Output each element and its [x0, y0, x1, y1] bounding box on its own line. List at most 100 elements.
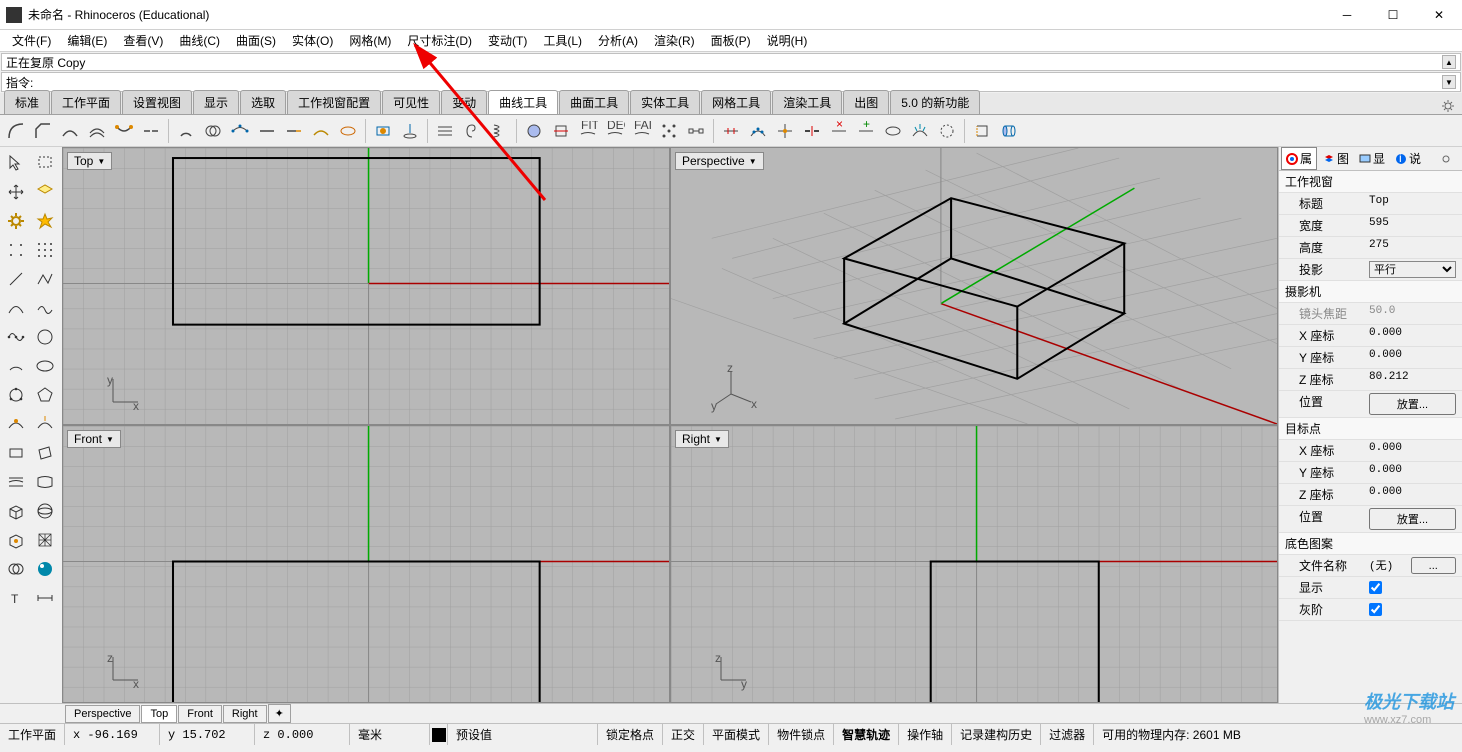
section-tool[interactable] — [549, 119, 573, 143]
sb-gumball[interactable]: 操作轴 — [899, 724, 952, 745]
tab-drafting[interactable]: 出图 — [843, 90, 889, 114]
sb-cplane[interactable]: 工作平面 — [0, 724, 65, 745]
render-tool[interactable] — [31, 555, 58, 582]
text-tool[interactable]: T — [2, 584, 29, 611]
viewport-label-perspective[interactable]: Perspective▼ — [675, 152, 764, 170]
vtab-add[interactable]: ✦ — [268, 704, 291, 723]
line-tool[interactable] — [2, 265, 29, 292]
curve-edit-tool[interactable] — [2, 410, 29, 437]
boolean-union-tool[interactable] — [2, 555, 29, 582]
adjust-end-tool[interactable] — [309, 119, 333, 143]
menu-view[interactable]: 查看(V) — [115, 30, 171, 51]
close-button[interactable]: ✕ — [1416, 0, 1462, 30]
menu-surface[interactable]: 曲面(S) — [228, 30, 284, 51]
points-tool[interactable] — [657, 119, 681, 143]
mesh-tool[interactable] — [31, 526, 58, 553]
minimize-button[interactable]: ─ — [1324, 0, 1370, 30]
circle3pt-tool[interactable] — [2, 381, 29, 408]
grid-points-tool[interactable] — [31, 236, 58, 263]
gear-options-tool[interactable] — [2, 207, 29, 234]
sb-filter[interactable]: 过滤器 — [1041, 724, 1094, 745]
simplify-tool[interactable] — [255, 119, 279, 143]
divide-tool[interactable] — [719, 119, 743, 143]
explode-tool[interactable] — [31, 207, 58, 234]
viewport-front[interactable]: Front▼ zx — [63, 426, 669, 702]
pointer-tool[interactable] — [2, 149, 29, 176]
rp-tpos-button[interactable]: 放置... — [1369, 508, 1456, 530]
match-tool[interactable] — [139, 119, 163, 143]
sb-history[interactable]: 记录建构历史 — [952, 724, 1041, 745]
array-curve-tool[interactable] — [746, 119, 770, 143]
rp-show-checkbox[interactable] — [1369, 579, 1382, 596]
tab-new-5[interactable]: 5.0 的新功能 — [890, 90, 980, 114]
maximize-button[interactable]: ☐ — [1370, 0, 1416, 30]
connect-tool[interactable] — [112, 119, 136, 143]
menu-analyze[interactable]: 分析(A) — [590, 30, 646, 51]
menu-transform[interactable]: 变动(T) — [480, 30, 535, 51]
tab-viewport-layout[interactable]: 工作视窗配置 — [287, 90, 381, 114]
ellipse-tool[interactable] — [31, 352, 58, 379]
close-curve-tool[interactable] — [970, 119, 994, 143]
spiral-tool[interactable] — [460, 119, 484, 143]
menu-solid[interactable]: 实体(O) — [284, 30, 341, 51]
degree-label-icon[interactable]: DEG — [603, 119, 627, 143]
rp-options-icon[interactable] — [1438, 151, 1454, 167]
viewport-label-top[interactable]: Top▼ — [67, 152, 112, 170]
lasso-tool[interactable] — [31, 149, 58, 176]
history-scroll-up[interactable]: ▲ — [1442, 55, 1456, 69]
arc-tool[interactable] — [2, 352, 29, 379]
menu-file[interactable]: 文件(F) — [4, 30, 59, 51]
dimension-tool[interactable] — [31, 584, 58, 611]
tab-render-tools[interactable]: 渲染工具 — [772, 90, 842, 114]
tab-solid-tools[interactable]: 实体工具 — [630, 90, 700, 114]
blend-tool[interactable] — [58, 119, 82, 143]
surface-rect-tool[interactable] — [31, 439, 58, 466]
remove-knot-tool[interactable]: × — [827, 119, 851, 143]
viewport-top[interactable]: Top▼ yx — [63, 148, 669, 424]
menu-render[interactable]: 渲染(R) — [646, 30, 703, 51]
freeform-tool[interactable] — [2, 323, 29, 350]
rp-projection-select[interactable]: 平行 — [1369, 261, 1456, 278]
rp-tab-display[interactable]: 显 — [1355, 148, 1389, 169]
menu-dimension[interactable]: 尺寸标注(D) — [399, 30, 480, 51]
fair-label-icon[interactable]: FAIR — [630, 119, 654, 143]
viewport-label-front[interactable]: Front▼ — [67, 430, 121, 448]
command-input[interactable] — [37, 75, 1442, 89]
sb-layer-swatch[interactable] — [430, 724, 448, 745]
rp-cpos-button[interactable]: 放置... — [1369, 393, 1456, 415]
curve-tool[interactable] — [2, 294, 29, 321]
helix-tool[interactable] — [487, 119, 511, 143]
menu-mesh[interactable]: 网格(M) — [341, 30, 399, 51]
viewport-perspective[interactable]: Perspective▼ — [671, 148, 1277, 424]
rp-cz-value[interactable]: 80.212 — [1369, 371, 1456, 388]
tab-setview[interactable]: 设置视图 — [122, 90, 192, 114]
tween-tool[interactable] — [433, 119, 457, 143]
rp-filename-browse[interactable]: ... — [1411, 557, 1457, 574]
box-tool[interactable] — [2, 497, 29, 524]
viewport-label-right[interactable]: Right▼ — [675, 430, 729, 448]
rebuild-tool[interactable] — [228, 119, 252, 143]
curve-segments-tool[interactable] — [800, 119, 824, 143]
tab-surface-tools[interactable]: 曲面工具 — [559, 90, 629, 114]
tab-standard[interactable]: 标准 — [4, 90, 50, 114]
menu-tools[interactable]: 工具(L) — [535, 30, 590, 51]
fit-label-icon[interactable]: FIT — [576, 119, 600, 143]
history-scroll-down[interactable]: ▼ — [1442, 75, 1456, 89]
insert-knot-tool[interactable]: + — [854, 119, 878, 143]
convert-tool[interactable] — [935, 119, 959, 143]
sb-ortho[interactable]: 正交 — [663, 724, 704, 745]
menu-edit[interactable]: 编辑(E) — [59, 30, 115, 51]
sb-smarttrack[interactable]: 智慧轨迹 — [834, 724, 899, 745]
silhouette-tool[interactable] — [522, 119, 546, 143]
project-tool[interactable] — [398, 119, 422, 143]
surface-tool[interactable] — [31, 468, 58, 495]
menu-panel[interactable]: 面板(P) — [703, 30, 759, 51]
solid-edit-tool[interactable] — [2, 526, 29, 553]
tab-cplane[interactable]: 工作平面 — [51, 90, 121, 114]
sb-layer[interactable]: 预设值 — [448, 724, 598, 745]
menu-curve[interactable]: 曲线(C) — [171, 30, 228, 51]
curve-from-object-tool[interactable] — [371, 119, 395, 143]
sb-units[interactable]: 毫米 — [350, 724, 430, 745]
curve-edit-tool-2[interactable] — [31, 410, 58, 437]
sb-osnap[interactable]: 物件锁点 — [769, 724, 834, 745]
